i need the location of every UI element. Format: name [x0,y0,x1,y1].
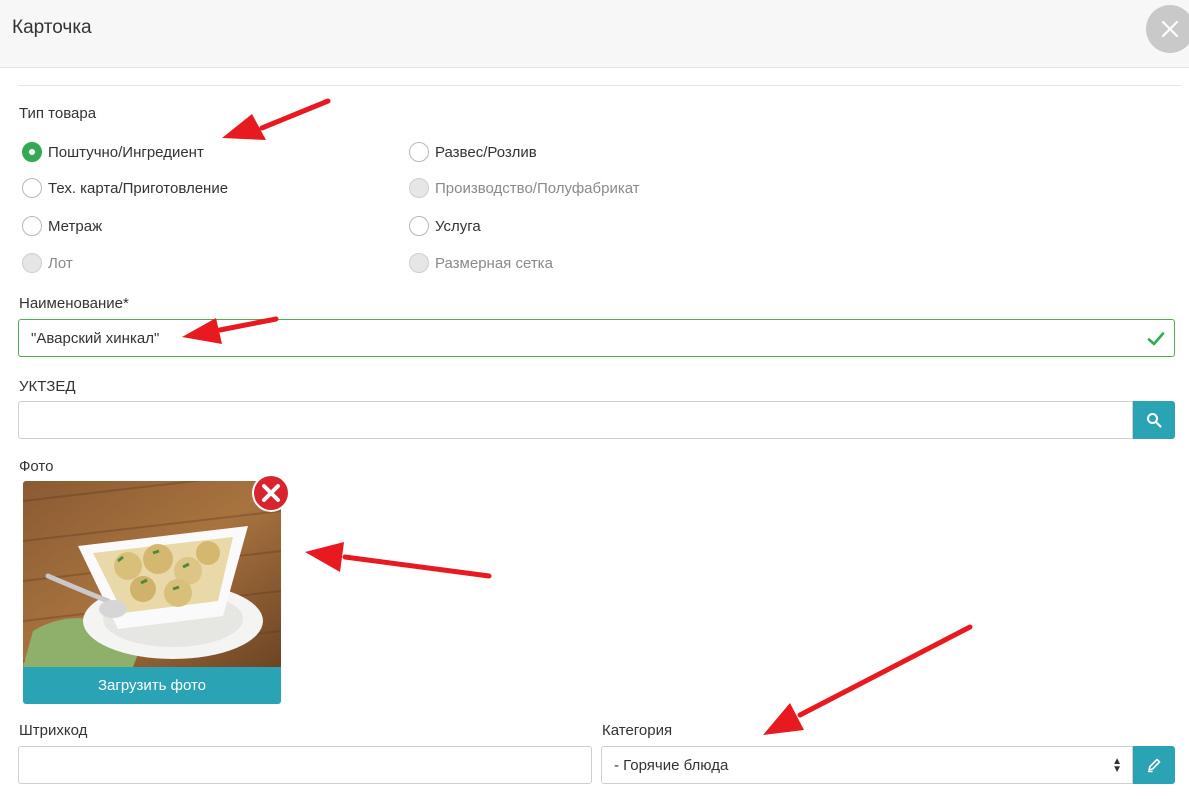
arrow-product-type [222,98,331,140]
radio-piece-ingredient[interactable]: Поштучно/Ингредиент [22,141,204,163]
radio-service[interactable]: Услуга [409,215,481,237]
upload-photo-button[interactable]: Загрузить фото [23,667,281,704]
radio-indicator [409,216,429,236]
radio-label: Производство/Полуфабрикат [435,179,640,197]
category-select[interactable]: - Горячие блюда ▲ ▼ [601,746,1133,784]
remove-icon[interactable] [251,473,291,513]
check-icon [1147,332,1165,346]
radio-label: Метраж [48,217,103,235]
radio-indicator [22,253,42,273]
select-caret-icon: ▲ ▼ [1112,756,1122,775]
product-type-label: Тип товара [19,105,97,122]
radio-indicator [409,178,429,198]
uktzed-label: УКТЗЕД [19,378,76,395]
radio-size-grid[interactable]: Размерная сетка [409,252,553,274]
uktzed-input[interactable] [18,401,1133,439]
radio-label: Развес/Розлив [435,143,537,161]
pencil-icon [1147,758,1161,773]
radio-production[interactable]: Производство/Полуфабрикат [409,177,640,199]
category-edit-button[interactable] [1133,746,1175,784]
search-icon [1147,413,1162,428]
radio-indicator [22,178,42,198]
photo-label: Фото [19,458,54,475]
divider [18,85,1181,86]
close-icon [1161,20,1179,38]
radio-meterage[interactable]: Метраж [22,215,102,237]
name-label: Наименование* [19,295,129,312]
radio-label: Лот [48,254,73,272]
category-label: Категория [602,722,673,739]
radio-label: Тех. карта/Приготовление [48,179,229,197]
radio-tech-card[interactable]: Тех. карта/Приготовление [22,177,228,199]
name-input[interactable]: "Аварский хинкал" [18,319,1175,357]
radio-indicator [409,253,429,273]
radio-weight-pour[interactable]: Развес/Розлив [409,141,537,163]
modal-header: Карточка [0,0,1189,68]
radio-lot[interactable]: Лот [22,252,73,274]
arrow-category [763,624,973,735]
dish-image [23,481,281,667]
barcode-label: Штрихкод [19,722,88,739]
radio-indicator [22,142,42,162]
category-value: - Горячие блюда [614,756,729,774]
uktzed-search-button[interactable] [1133,401,1175,439]
radio-indicator [22,216,42,236]
arrow-photo [305,542,492,579]
page-title: Карточка [12,17,92,38]
radio-label: Услуга [435,217,481,235]
radio-label: Размерная сетка [435,254,553,272]
radio-label: Поштучно/Ингредиент [48,143,204,161]
close-button[interactable] [1146,5,1189,53]
radio-indicator [409,142,429,162]
barcode-input[interactable] [18,746,592,784]
product-photo [23,481,281,667]
